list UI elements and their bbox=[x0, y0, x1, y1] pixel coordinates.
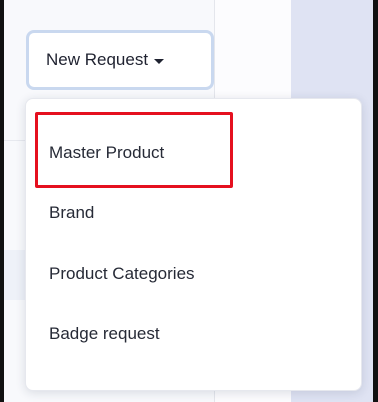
new-request-label: New Request bbox=[46, 50, 149, 69]
frame-border-right bbox=[373, 0, 378, 402]
frame-border-left bbox=[0, 0, 4, 402]
menu-item-badge-request[interactable]: Badge request bbox=[26, 314, 361, 354]
menu-item-brand[interactable]: Brand bbox=[26, 193, 361, 233]
menu-item-product-categories[interactable]: Product Categories bbox=[26, 254, 361, 294]
menu-item-label: Badge request bbox=[49, 324, 160, 343]
menu-item-label: Brand bbox=[49, 203, 95, 222]
new-request-button[interactable]: New Request bbox=[26, 30, 214, 90]
highlight-annotation-box bbox=[35, 112, 233, 188]
menu-item-label: Product Categories bbox=[49, 264, 195, 283]
caret-down-icon bbox=[154, 58, 165, 64]
